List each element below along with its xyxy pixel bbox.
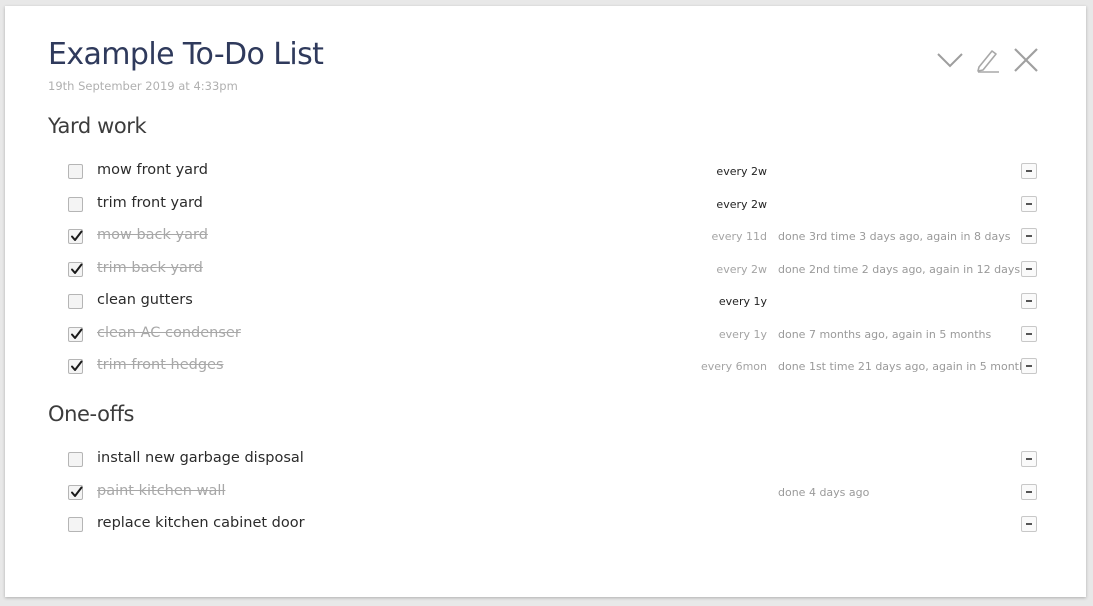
item-status: done 2nd time 2 days ago, again in 12 da… [778, 262, 1021, 276]
checkbox-checked[interactable] [68, 484, 83, 500]
page-title: Example To-Do List [48, 37, 324, 72]
list-item: install new garbage disposal [5, 444, 1086, 476]
item-status: done 7 months ago, again in 5 months [778, 327, 992, 341]
checkbox[interactable] [68, 164, 83, 179]
remove-item-button[interactable] [1021, 163, 1037, 179]
list-item: mow front yard every 2w [5, 156, 1086, 188]
item-status: done 1st time 21 days ago, again in 5 mo… [778, 360, 1032, 373]
item-label: mow back yard [97, 227, 208, 243]
remove-item-button[interactable] [1021, 358, 1037, 374]
item-label: paint kitchen wall [97, 482, 226, 499]
list-item: clean gutters every 1y [5, 286, 1086, 318]
checkbox-checked[interactable] [68, 229, 83, 244]
item-frequency: every 2w [716, 262, 767, 276]
checkbox[interactable] [68, 294, 83, 309]
item-label: trim front hedges [97, 357, 224, 373]
item-label: clean gutters [97, 292, 193, 308]
list-item: trim front yard every 2w [5, 189, 1086, 221]
remove-item-button[interactable] [1021, 260, 1037, 277]
item-label: trim back yard [97, 259, 203, 276]
item-status: done 4 days ago [778, 485, 870, 499]
item-label: install new garbage disposal [97, 450, 304, 466]
remove-item-button[interactable] [1021, 451, 1037, 467]
todo-card: Example To-Do List 19th September 2019 a… [5, 6, 1086, 597]
item-label: mow front yard [97, 162, 208, 178]
item-label: trim front yard [97, 194, 203, 211]
checkbox[interactable] [68, 452, 83, 467]
checkbox[interactable] [68, 196, 83, 212]
list-item: mow back yard every 11d done 3rd time 3 da… [5, 221, 1086, 253]
list-item: trim back yard every 2w done 2nd time 2 da… [5, 254, 1086, 286]
item-frequency: every 2w [716, 197, 767, 211]
section-title-one-offs: One-offs [48, 402, 135, 426]
list-item: trim front hedges every 6mon done 1st time… [5, 351, 1086, 383]
pencil-edit-icon[interactable] [973, 46, 1003, 74]
checkbox[interactable] [68, 517, 83, 532]
list-item: replace kitchen cabinet door [5, 509, 1086, 541]
remove-item-button[interactable] [1021, 195, 1037, 212]
item-label: clean AC condenser [97, 324, 241, 341]
remove-item-button[interactable] [1021, 516, 1037, 532]
close-icon[interactable] [1011, 46, 1041, 74]
checkbox-checked[interactable] [68, 261, 83, 277]
checkbox-checked[interactable] [68, 326, 83, 342]
item-status: done 3rd time 3 days ago, again in 8 day… [778, 230, 1011, 243]
list-item: clean AC condenser every 1y done 7 months … [5, 319, 1086, 351]
section-title-yard-work: Yard work [48, 114, 147, 138]
remove-item-button[interactable] [1021, 483, 1037, 500]
chevron-down-icon[interactable] [935, 46, 965, 74]
remove-item-button[interactable] [1021, 325, 1037, 342]
checkbox-checked[interactable] [68, 359, 83, 374]
item-label: replace kitchen cabinet door [97, 515, 305, 531]
remove-item-button[interactable] [1021, 293, 1037, 309]
item-frequency: every 1y [718, 327, 767, 341]
list-item: paint kitchen wall done 4 days ago [5, 477, 1086, 509]
timestamp: 19th September 2019 at 4:33pm [48, 79, 238, 93]
item-frequency: every 2w [716, 165, 767, 178]
item-frequency: every 11d [711, 230, 767, 243]
item-frequency: every 6mon [701, 360, 767, 373]
item-frequency: every 1y [718, 295, 767, 308]
remove-item-button[interactable] [1021, 228, 1037, 244]
